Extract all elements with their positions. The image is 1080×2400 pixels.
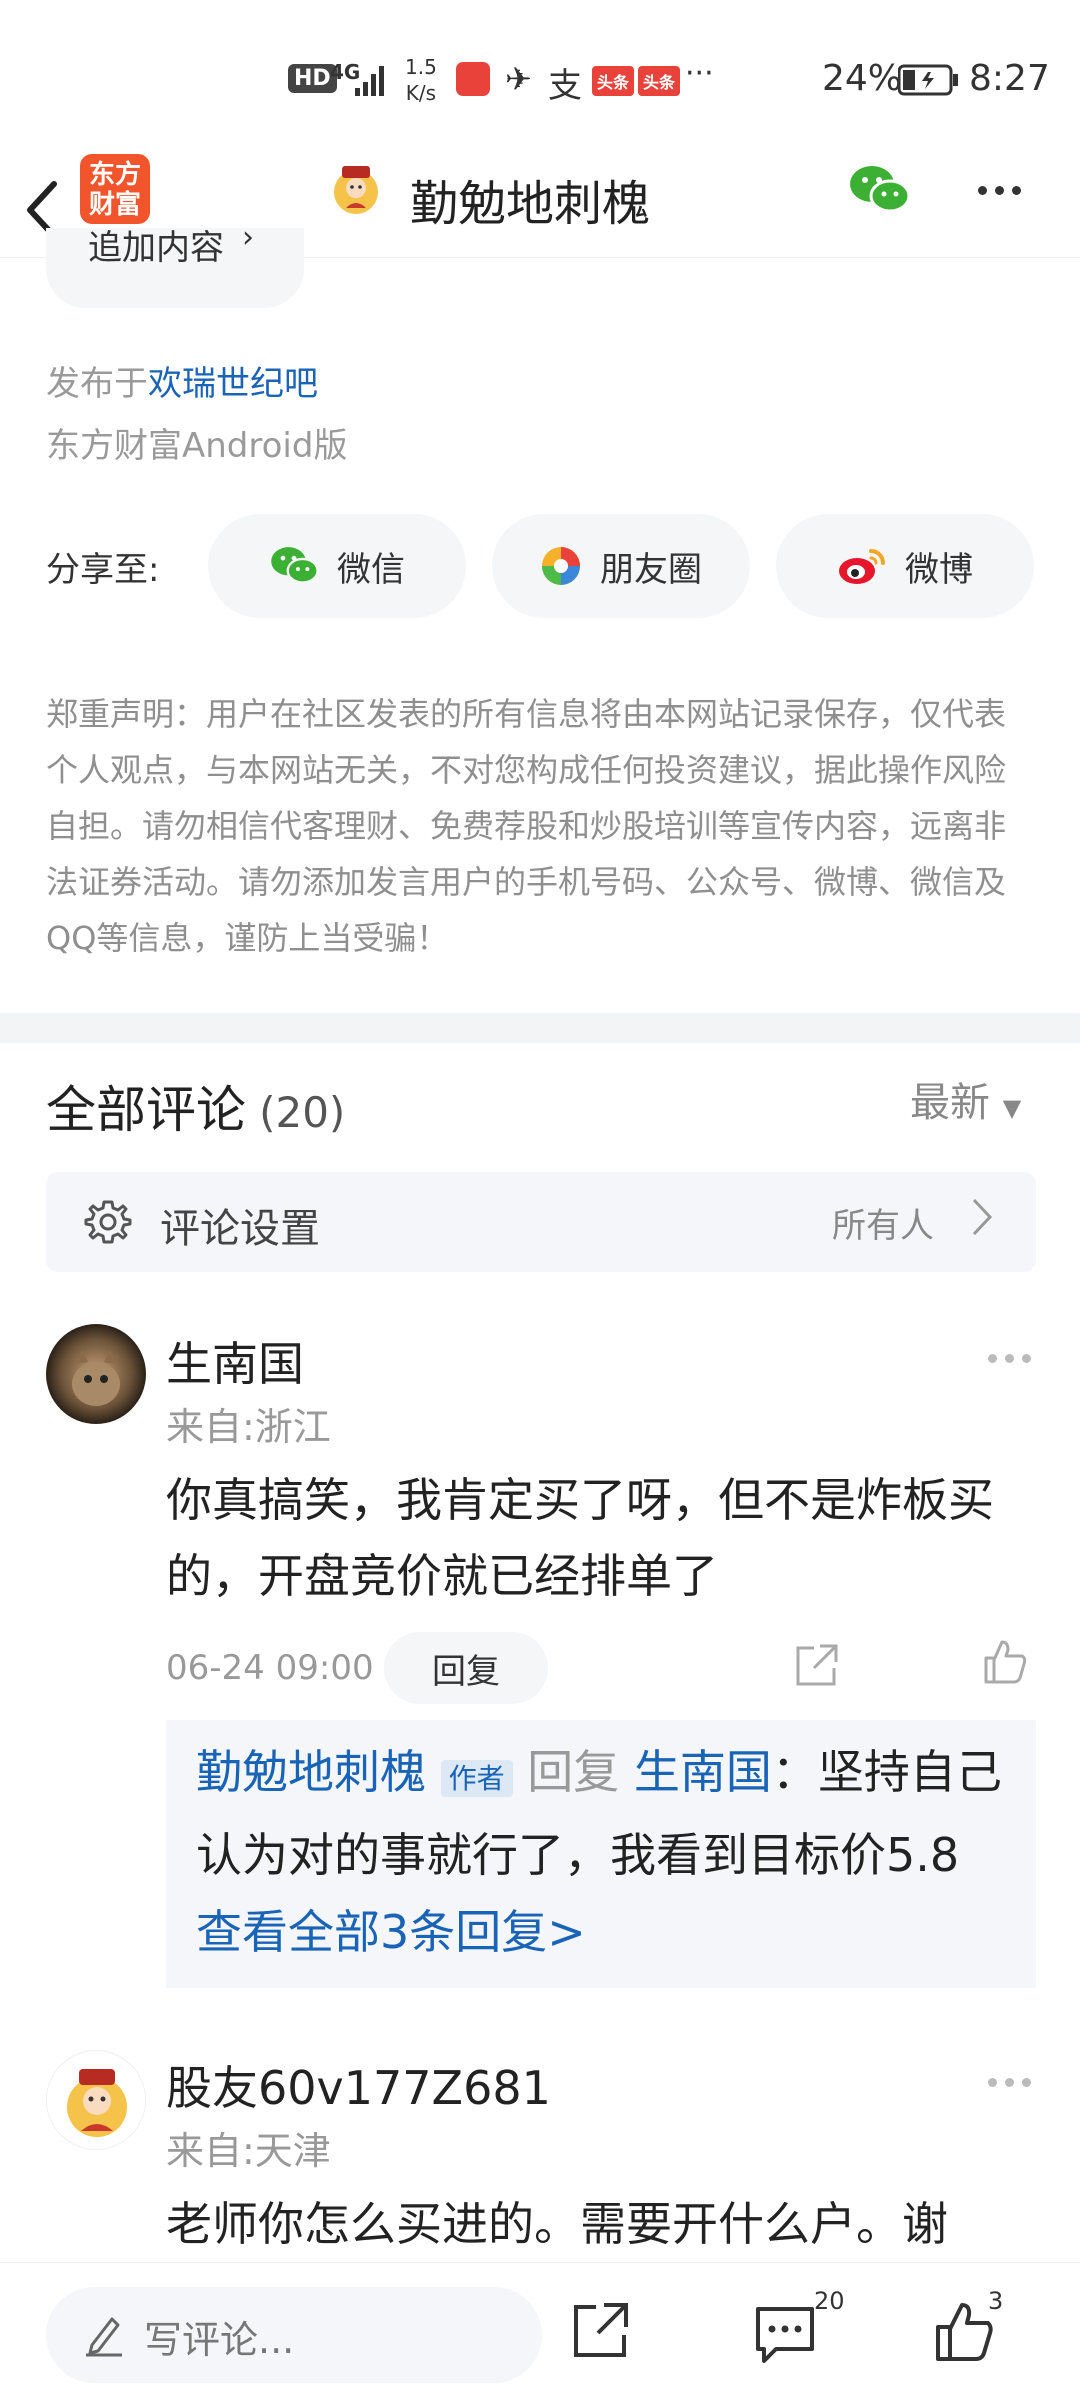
toutiao-badge: 头条: [592, 66, 635, 96]
comment-settings-value: 所有人: [832, 1206, 934, 1246]
toutiao-badge: 头条: [638, 66, 681, 96]
eastmoney-logo[interactable]: 东方 财富: [80, 154, 150, 224]
reply-preview[interactable]: 勤勉地刺槐 作者 回复 生南国：坚持自己认为对的事就行了，我看到目标价5.8 查…: [166, 1720, 1036, 1988]
battery-icon: [897, 64, 960, 100]
comment-author[interactable]: 生南国: [166, 1328, 304, 1394]
share-weibo-label: 微博: [905, 549, 973, 590]
pencil-icon: [84, 2313, 124, 2361]
bottom-action-bar: 写评论... 20 3: [0, 2262, 1080, 2400]
comment-settings-label: 评论设置: [160, 1206, 320, 1252]
page-title: 勤勉地刺槐: [410, 176, 651, 232]
reply-author[interactable]: 勤勉地刺槐: [196, 1745, 426, 1799]
comment-more-icon[interactable]: [988, 2078, 1031, 2087]
append-content-button[interactable]: 追加内容 ›: [46, 228, 304, 308]
battery-level: 24%: [822, 58, 903, 99]
sort-label: 最新: [910, 1080, 990, 1126]
append-content-label: 追加内容: [88, 228, 224, 268]
comment-time: 06-24 09:00: [166, 1648, 374, 1688]
comment-author[interactable]: 股友60v177Z681: [166, 2052, 551, 2118]
comment-content: 你真搞笑，我肯定买了呀，但不是炸板买的，开盘竞价就已经排单了: [166, 1473, 994, 1603]
net-speed-unit: K/s: [405, 81, 437, 105]
bar-link[interactable]: 欢瑞世纪吧: [148, 364, 318, 404]
share-comment-icon[interactable]: [794, 1642, 840, 1692]
wechat-share-icon[interactable]: [848, 162, 911, 222]
comment-more-icon[interactable]: [988, 1354, 1031, 1363]
reply-text-line: 勤勉地刺槐 作者 回复 生南国：坚持自己认为对的事就行了，我看到目标价5.8: [196, 1734, 1016, 1893]
author-avatar-icon[interactable]: [328, 162, 384, 218]
signal-icon: [355, 62, 387, 100]
caret-down-icon: ▼: [1002, 1094, 1022, 1122]
comment-content: 老师你怎么买进的。需要开什么户。谢: [166, 2197, 948, 2251]
comment-icon[interactable]: [754, 2303, 816, 2369]
comments-title: 全部评论: [46, 1081, 246, 1139]
moments-icon: [542, 547, 580, 585]
comments-count: (20): [259, 1088, 346, 1137]
clock: 8:27: [969, 58, 1050, 99]
published-prefix: 发布于: [46, 364, 148, 404]
share-moments-label: 朋友圈: [600, 549, 702, 590]
net-speed-value: 1.5: [405, 55, 437, 79]
sort-dropdown[interactable]: 最新 ▼: [910, 1070, 1021, 1128]
like-count-badge: 3: [988, 2287, 1004, 2315]
chevron-right-icon: ›: [242, 228, 254, 255]
reply-button[interactable]: 回复: [384, 1632, 548, 1704]
comment-location: 来自:浙江: [166, 1405, 331, 1449]
avatar[interactable]: [46, 2050, 146, 2150]
more-notifications: ···: [685, 56, 714, 91]
comment-count-badge: 20: [814, 2287, 845, 2315]
gear-icon: [84, 1198, 132, 1250]
logo-text: 东方: [88, 160, 141, 190]
section-divider: [0, 1013, 1080, 1043]
wechat-icon: [271, 547, 319, 584]
app-notification-icon: [456, 62, 490, 96]
weibo-icon: [839, 549, 885, 584]
share-wechat-button[interactable]: 微信: [208, 514, 466, 618]
avatar[interactable]: [46, 1324, 146, 1424]
thumbs-up-icon[interactable]: [934, 2301, 994, 2367]
share-label: 分享至:: [46, 550, 160, 590]
comment-input[interactable]: 写评论...: [46, 2287, 542, 2383]
author-badge: 作者: [440, 1760, 513, 1797]
app-notification-icon: 支: [548, 66, 582, 106]
comment-input-placeholder: 写评论...: [144, 2318, 295, 2362]
more-options-icon[interactable]: [978, 186, 1021, 195]
share-icon[interactable]: [570, 2301, 630, 2365]
comment-settings-row[interactable]: 评论设置 所有人: [46, 1172, 1036, 1272]
comments-heading: 全部评论 (20): [46, 1070, 345, 1142]
share-weibo-button[interactable]: 微博: [776, 514, 1034, 618]
app-notification-icon: ✈: [505, 60, 532, 98]
comment-location: 来自:天津: [166, 2129, 331, 2173]
published-in: 发布于欢瑞世纪吧: [46, 356, 318, 405]
reply-button-label: 回复: [432, 1651, 500, 1692]
view-all-replies-link[interactable]: 查看全部3条回复>: [196, 1896, 586, 1962]
like-icon[interactable]: [980, 1638, 1028, 1690]
status-bar: HD 4G 1.5 K/s ✈ 支 头条 头条 ··· 24% 8:27: [0, 0, 1080, 150]
client-source: 东方财富Android版: [46, 426, 348, 466]
share-wechat-label: 微信: [337, 549, 405, 590]
chevron-right-icon: [970, 1194, 994, 1244]
reply-target[interactable]: 生南国: [634, 1745, 772, 1799]
logo-text: 财富: [88, 190, 141, 220]
legal-disclaimer: 郑重声明：用户在社区发表的所有信息将由本网站记录保存，仅代表个人观点，与本网站无…: [46, 695, 1007, 957]
share-moments-button[interactable]: 朋友圈: [492, 514, 750, 618]
net-speed: 1.5 K/s: [405, 54, 437, 106]
reply-verb: 回复: [527, 1745, 620, 1799]
